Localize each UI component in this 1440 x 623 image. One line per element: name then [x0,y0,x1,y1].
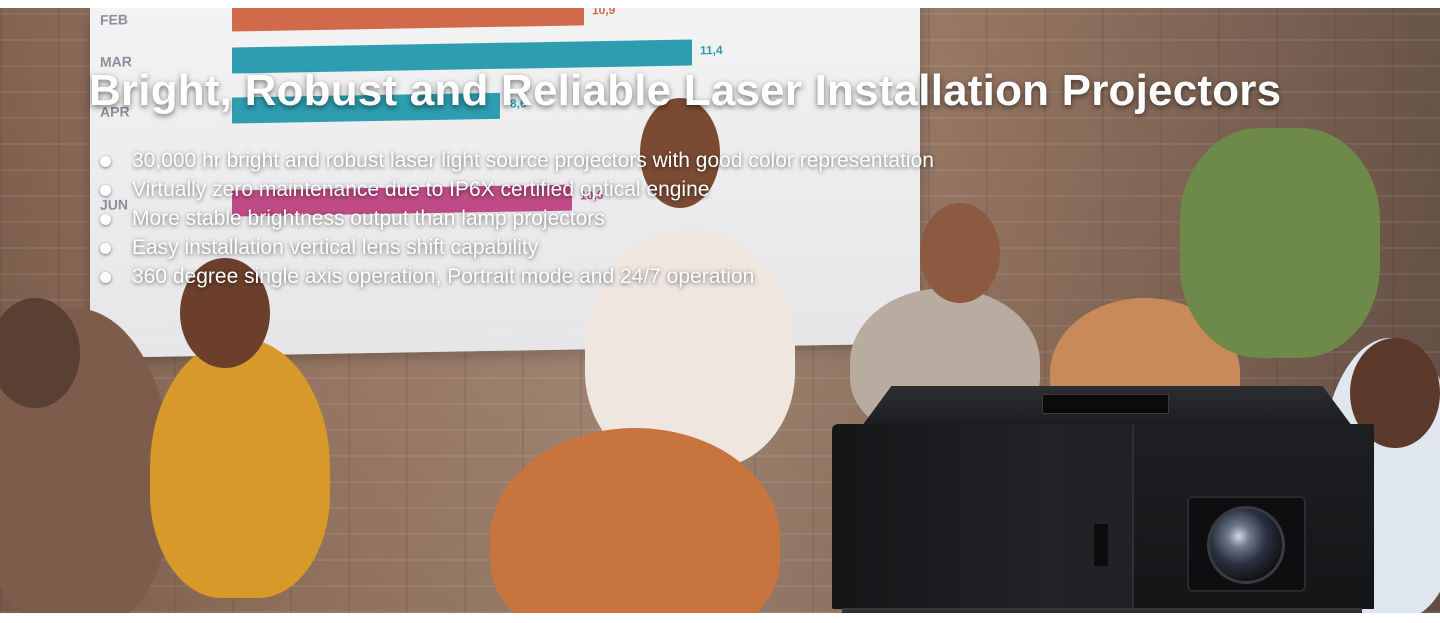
hero-title: Bright, Robust and Reliable Laser Instal… [89,66,1282,115]
chart-bar [232,8,584,32]
bullet-dot-icon [100,156,111,167]
bullet-dot-icon [100,214,111,225]
chart-bar-value: 10,9 [592,8,616,18]
feature-item-text: 30,000 hr bright and robust laser light … [132,149,934,172]
person-yellow-jacket [150,338,330,598]
chart-row-label: FEB [100,11,128,28]
projector-lens-icon [1207,506,1285,584]
bullet-dot-icon [100,243,111,254]
feature-list: 30,000 hr bright and robust laser light … [100,146,934,291]
feature-item: Easy installation vertical lens shift ca… [100,233,934,262]
bullet-dot-icon [100,272,111,283]
plant [1180,128,1380,358]
feature-item: 30,000 hr bright and robust laser light … [100,146,934,175]
projector-product-image [832,386,1374,613]
projector-vent [1094,524,1108,566]
projector-control-panel [1042,394,1169,414]
feature-item-text: Virtually zero maintenance due to IP6X c… [132,178,710,201]
feature-item-text: More stable brightness output than lamp … [132,207,605,230]
feature-item-text: 360 degree single axis operation, Portra… [132,265,755,288]
hero-banner: FEB 10,9 MAR 11,4 APR 8,6 JUN 10,6 Brigh… [0,8,1440,613]
bullet-dot-icon [100,185,111,196]
feature-item: 360 degree single axis operation, Portra… [100,262,934,291]
feature-item: More stable brightness output than lamp … [100,204,934,233]
chart-bar-value: 11,4 [700,42,723,58]
feature-item: Virtually zero maintenance due to IP6X c… [100,175,934,204]
feature-item-text: Easy installation vertical lens shift ca… [132,236,539,259]
projector-base [842,608,1362,613]
